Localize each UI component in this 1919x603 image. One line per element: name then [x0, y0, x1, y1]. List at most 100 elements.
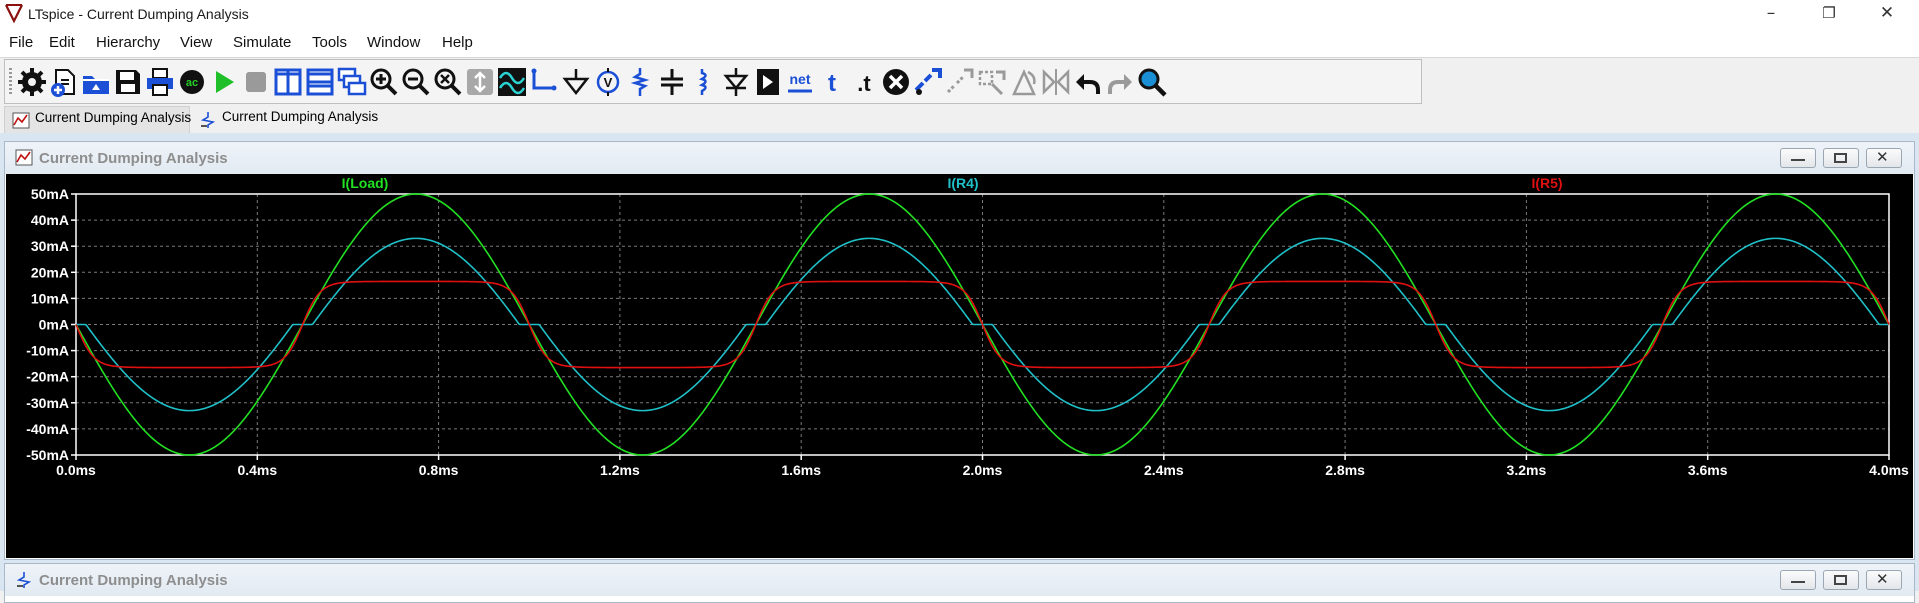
x-tick-label: 0.4ms	[237, 462, 277, 478]
text-icon[interactable]: t	[816, 66, 848, 98]
redo-icon[interactable]	[1104, 66, 1136, 98]
tab-schematic[interactable]: Current Dumping Analysis	[192, 106, 378, 133]
x-tick-label: 1.6ms	[781, 462, 821, 478]
y-tick-label: -50mA	[26, 447, 69, 463]
plot-restore-button[interactable]	[1823, 148, 1859, 168]
control-panel-icon[interactable]: ac	[176, 66, 208, 98]
x-tick-label: 3.2ms	[1507, 462, 1547, 478]
spice-directive-icon[interactable]: .t	[848, 66, 880, 98]
close-button[interactable]: ✕	[1864, 0, 1910, 29]
plot-area[interactable]: 0.0ms 0.4ms 0.8ms 1.2ms 1.6ms 2.0ms 2.4ms 2.8ms…	[6, 174, 1913, 558]
y-tick-label: -40mA	[26, 421, 69, 437]
undo-icon[interactable]	[1072, 66, 1104, 98]
run-icon[interactable]	[208, 66, 240, 98]
find-icon[interactable]	[1136, 66, 1168, 98]
tile-vertical-icon[interactable]	[272, 66, 304, 98]
y-tick-label: -10mA	[26, 343, 69, 359]
x-tick-label: 1.2ms	[600, 462, 640, 478]
y-tick-label: -30mA	[26, 395, 69, 411]
svg-text:net: net	[790, 71, 811, 87]
x-tick-label: 0.8ms	[419, 462, 459, 478]
capacitor-icon[interactable]	[656, 66, 688, 98]
document-tabs: Current Dumping Analysis Current Dumping…	[0, 106, 1919, 133]
y-tick-label: 40mA	[31, 212, 69, 228]
halt-icon[interactable]	[240, 66, 272, 98]
menu-hierarchy[interactable]: Hierarchy	[96, 34, 160, 51]
gear-icon[interactable]	[16, 66, 48, 98]
menu-edit[interactable]: Edit	[49, 34, 75, 51]
menu-file[interactable]: File	[9, 34, 33, 51]
menu-tools[interactable]: Tools	[312, 34, 347, 51]
legend-label: I(R5)	[1531, 175, 1562, 191]
cascade-icon[interactable]	[336, 66, 368, 98]
resistor-icon[interactable]	[624, 66, 656, 98]
draw-wire-icon[interactable]	[528, 66, 560, 98]
mdi-workspace: Current Dumping Analysis ✕ 0.0ms 0.4ms 0.8…	[0, 133, 1919, 603]
zoom-fit-icon[interactable]	[432, 66, 464, 98]
x-tick-label: 2.0ms	[963, 462, 1003, 478]
ground-icon[interactable]	[560, 66, 592, 98]
x-tick-label: 3.6ms	[1688, 462, 1728, 478]
waveform-tab-icon	[12, 112, 30, 129]
save-icon[interactable]	[112, 66, 144, 98]
y-tick-label: 30mA	[31, 238, 69, 254]
menu-help[interactable]: Help	[442, 34, 473, 51]
schematic-close-button[interactable]: ✕	[1866, 570, 1902, 590]
legend-label: I(Load)	[342, 175, 389, 191]
tile-horizontal-icon[interactable]	[304, 66, 336, 98]
schematic-window: Current Dumping Analysis ✕	[4, 563, 1915, 603]
y-tick-label: 0mA	[39, 317, 69, 333]
toolbar-grip[interactable]	[9, 68, 12, 96]
print-icon[interactable]	[144, 66, 176, 98]
ltspice-logo-icon	[5, 4, 23, 23]
svg-text:.t: .t	[857, 71, 871, 96]
svg-text:t: t	[828, 70, 836, 97]
schematic-minimize-button[interactable]	[1780, 570, 1816, 590]
diode-icon[interactable]	[720, 66, 752, 98]
mirror-icon[interactable]	[1040, 66, 1072, 98]
delete-icon[interactable]	[880, 66, 912, 98]
menu-view[interactable]: View	[180, 34, 212, 51]
open-icon[interactable]	[80, 66, 112, 98]
plot-minimize-button[interactable]	[1780, 148, 1816, 168]
minimize-button[interactable]: –	[1748, 0, 1794, 29]
plot-window: Current Dumping Analysis ✕ 0.0ms 0.4ms 0.8…	[4, 141, 1915, 560]
restore-button[interactable]: ❐	[1806, 0, 1852, 29]
schematic-restore-button[interactable]	[1823, 570, 1859, 590]
move-icon[interactable]	[944, 66, 976, 98]
x-tick-label: 2.8ms	[1325, 462, 1365, 478]
new-schematic-icon[interactable]	[48, 66, 80, 98]
label-net-icon[interactable]: net	[784, 66, 816, 98]
rotate-icon[interactable]	[1008, 66, 1040, 98]
x-tick-label: 2.4ms	[1144, 462, 1184, 478]
schematic-window-title: Current Dumping Analysis	[39, 572, 228, 589]
title-bar: LTspice - Current Dumping Analysis – ❐ ✕	[0, 0, 1919, 29]
autorange-icon[interactable]	[464, 66, 496, 98]
window-title: LTspice - Current Dumping Analysis	[28, 6, 249, 22]
tab-waveform[interactable]: Current Dumping Analysis	[4, 106, 192, 133]
y-tick-label: -20mA	[26, 369, 69, 385]
duplicate-icon[interactable]	[912, 66, 944, 98]
voltage-source-icon[interactable]: V	[592, 66, 624, 98]
plot-window-title: Current Dumping Analysis	[39, 150, 228, 167]
toolbar: ac V net t .t	[4, 59, 1422, 104]
y-tick-label: 50mA	[31, 186, 69, 202]
schematic-window-icon	[16, 572, 32, 588]
plot-window-titlebar[interactable]: Current Dumping Analysis ✕	[5, 142, 1914, 174]
svg-text:V: V	[604, 75, 613, 90]
drag-icon[interactable]	[976, 66, 1008, 98]
waveform-chart[interactable]: 0.0ms 0.4ms 0.8ms 1.2ms 1.6ms 2.0ms 2.4ms 2.8ms…	[6, 174, 1913, 558]
y-tick-label: 20mA	[31, 264, 69, 280]
inductor-icon[interactable]	[688, 66, 720, 98]
menu-bar: File Edit Hierarchy View Simulate Tools …	[0, 29, 1919, 58]
schematic-window-titlebar[interactable]: Current Dumping Analysis ✕	[5, 564, 1914, 596]
menu-simulate[interactable]: Simulate	[233, 34, 291, 51]
tab-waveform-label: Current Dumping Analysis	[35, 110, 192, 125]
zoom-out-icon[interactable]	[400, 66, 432, 98]
plot-close-button[interactable]: ✕	[1866, 148, 1902, 168]
add-trace-icon[interactable]	[496, 66, 528, 98]
component-icon[interactable]	[752, 66, 784, 98]
zoom-in-icon[interactable]	[368, 66, 400, 98]
menu-window[interactable]: Window	[367, 34, 420, 51]
x-tick-label: 4.0ms	[1869, 462, 1909, 478]
